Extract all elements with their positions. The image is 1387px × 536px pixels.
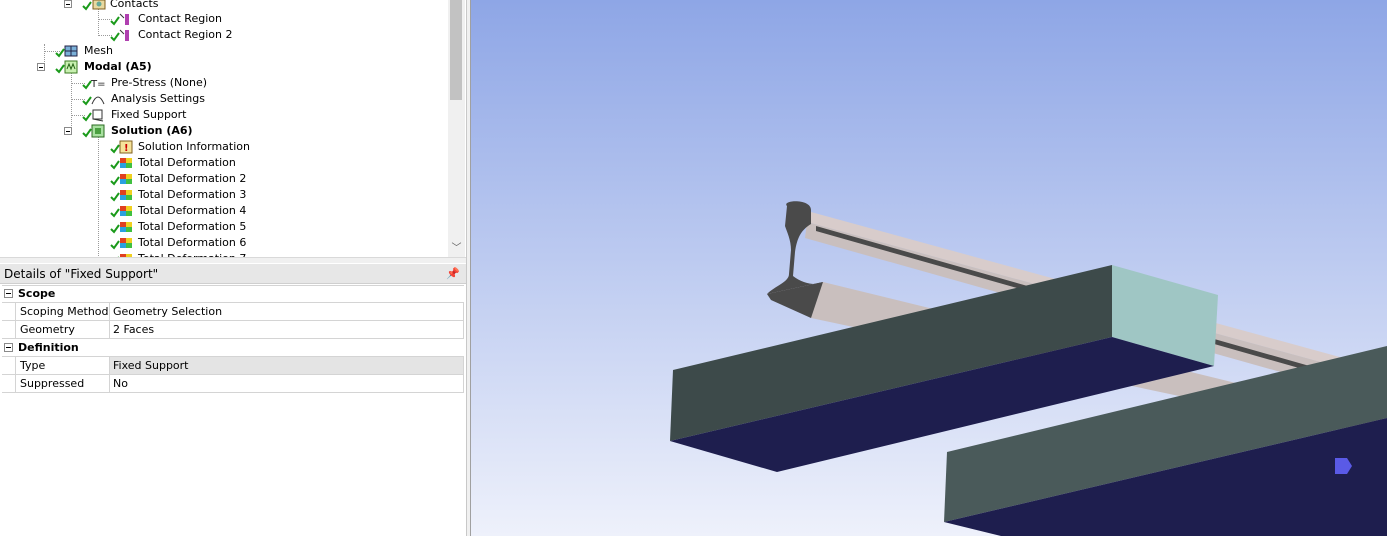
- detail-value[interactable]: Geometry Selection: [110, 303, 464, 320]
- tree-item-label: Total Deformation 5: [138, 220, 247, 233]
- tree-item[interactable]: Total Deformation 4: [0, 203, 440, 219]
- detail-value[interactable]: No: [110, 375, 464, 392]
- tree-item[interactable]: Contact Region 2: [0, 27, 440, 43]
- detail-row[interactable]: Type Fixed Support: [2, 357, 464, 375]
- tree-item[interactable]: Contact Region: [0, 11, 440, 27]
- scroll-down-arrow-icon[interactable]: ﹀: [448, 240, 465, 257]
- tree-item-label: Pre-Stress (None): [111, 76, 208, 89]
- tree-scrollbar[interactable]: ﹀: [448, 0, 465, 258]
- contacts-folder-icon: [92, 0, 106, 10]
- total-deformation-icon: [120, 158, 132, 168]
- pre-stress-icon: T=: [91, 79, 105, 90]
- tree-item[interactable]: ! Solution Information: [0, 139, 440, 155]
- tree-item[interactable]: Mesh: [0, 43, 440, 59]
- tree-item-label: Modal (A5): [84, 60, 152, 73]
- total-deformation-icon: [120, 190, 132, 200]
- collapse-toggle[interactable]: [4, 343, 13, 352]
- tree-item-label: Total Deformation: [138, 156, 236, 169]
- tree-item[interactable]: Total Deformation: [0, 155, 440, 171]
- mesh-icon: [64, 45, 78, 57]
- section-header-definition[interactable]: Definition: [2, 339, 464, 357]
- section-label: Definition: [18, 341, 79, 354]
- total-deformation-icon: [120, 174, 132, 184]
- tree-item[interactable]: T= Pre-Stress (None): [0, 75, 440, 91]
- tree-item-label: Total Deformation 2: [138, 172, 247, 185]
- scroll-thumb[interactable]: [450, 0, 462, 100]
- tree-item-label: Mesh: [84, 44, 113, 57]
- graphics-viewport[interactable]: [471, 0, 1387, 536]
- tree-item[interactable]: Analysis Settings: [0, 91, 440, 107]
- total-deformation-icon: [120, 222, 132, 232]
- detail-row[interactable]: Scoping Method Geometry Selection: [2, 303, 464, 321]
- detail-key: Geometry: [15, 321, 110, 338]
- tree-item-label: Total Deformation 3: [138, 188, 247, 201]
- outline-tree[interactable]: Contacts Contact Region Contact Region 2 Me…: [0, 0, 448, 258]
- svg-text:!: !: [124, 143, 129, 154]
- pin-icon[interactable]: 📌: [446, 267, 460, 280]
- tree-item-label: Fixed Support: [111, 108, 187, 121]
- detail-value[interactable]: 2 Faces: [110, 321, 464, 338]
- tree-item[interactable]: Total Deformation 5: [0, 219, 440, 235]
- tree-item-label: Contact Region: [138, 12, 222, 25]
- tree-item[interactable]: Total Deformation 6: [0, 235, 440, 251]
- details-header: Details of "Fixed Support" 📌: [0, 264, 466, 284]
- tree-item[interactable]: Fixed Support: [0, 107, 440, 123]
- section-label: Scope: [18, 287, 56, 300]
- tree-item-label: Solution Information: [138, 140, 250, 153]
- detail-key: Suppressed: [15, 375, 110, 392]
- detail-key: Scoping Method: [15, 303, 110, 320]
- tree-item-label: Solution (A6): [111, 124, 193, 137]
- solution-icon: [91, 124, 105, 138]
- tree-item-label: Total Deformation 6: [138, 236, 247, 249]
- tree-item[interactable]: Modal (A5): [0, 59, 440, 75]
- status-check-icon: [82, 1, 92, 11]
- total-deformation-icon: [120, 206, 132, 216]
- tree-item-label: Analysis Settings: [111, 92, 205, 105]
- detail-row[interactable]: Geometry 2 Faces: [2, 321, 464, 339]
- modal-analysis-icon: [64, 60, 78, 74]
- tree-item-label: Total Deformation 4: [138, 204, 247, 217]
- svg-text:T=: T=: [91, 79, 105, 90]
- collapse-toggle[interactable]: [4, 289, 13, 298]
- tree-item[interactable]: Solution (A6): [0, 123, 440, 139]
- section-header-scope[interactable]: Scope: [2, 285, 464, 303]
- detail-value[interactable]: Fixed Support: [110, 357, 464, 374]
- splitter[interactable]: [0, 257, 466, 263]
- tree-item[interactable]: Total Deformation 3: [0, 187, 440, 203]
- details-title: Details of "Fixed Support": [4, 267, 159, 281]
- tree-item[interactable]: Total Deformation 2: [0, 171, 440, 187]
- tree-item-label: Contact Region 2: [138, 28, 233, 41]
- detail-key: Type: [15, 357, 110, 374]
- detail-row[interactable]: Suppressed No: [2, 375, 464, 393]
- analysis-settings-icon: [91, 96, 105, 105]
- solution-information-icon: !: [119, 140, 133, 154]
- total-deformation-icon: [120, 238, 132, 248]
- fixed-support-icon: [92, 109, 104, 122]
- contact-region-icon: [119, 29, 129, 41]
- contact-region-icon: [119, 13, 129, 25]
- left-panel: Contacts Contact Region Contact Region 2 Me…: [0, 0, 466, 536]
